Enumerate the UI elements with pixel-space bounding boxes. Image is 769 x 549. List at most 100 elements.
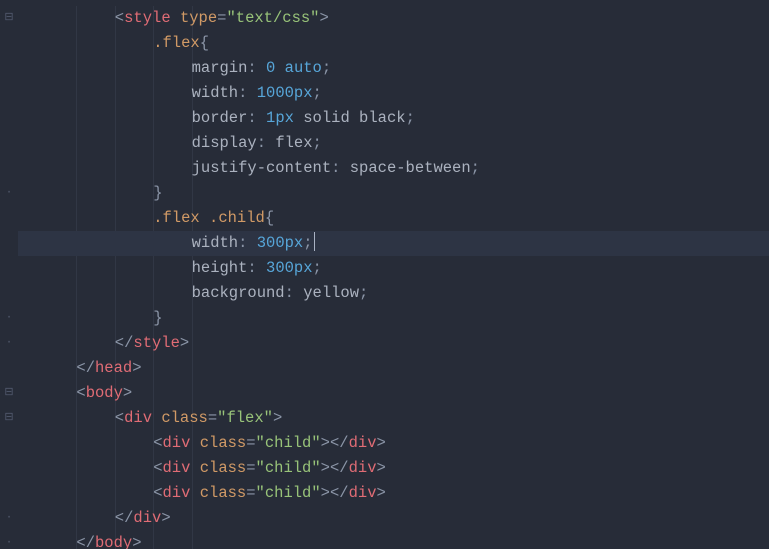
code-token: "flex" bbox=[217, 409, 273, 427]
code-token: 1000px bbox=[257, 84, 313, 102]
code-token: > bbox=[321, 459, 330, 477]
fold-marker bbox=[0, 156, 18, 181]
code-line[interactable]: <div class="child"></div> bbox=[18, 456, 769, 481]
code-token: width bbox=[192, 234, 239, 252]
code-line[interactable]: width: 1000px; bbox=[18, 81, 769, 106]
code-token: height bbox=[192, 259, 248, 277]
code-line[interactable]: </div> bbox=[18, 506, 769, 531]
fold-marker: · bbox=[0, 306, 18, 331]
code-token: ; bbox=[303, 234, 312, 252]
code-token: style bbox=[124, 9, 171, 27]
code-token: : bbox=[257, 134, 276, 152]
code-token: </ bbox=[330, 459, 349, 477]
fold-marker: · bbox=[0, 331, 18, 356]
code-token: body bbox=[86, 384, 123, 402]
code-token: 1px bbox=[266, 109, 294, 127]
code-token: > bbox=[132, 359, 141, 377]
code-area[interactable]: <style type="text/css">.flex{margin: 0 a… bbox=[18, 0, 769, 549]
code-token: background bbox=[192, 284, 285, 302]
code-line[interactable]: <body> bbox=[18, 381, 769, 406]
code-token: class bbox=[200, 459, 247, 477]
fold-marker[interactable]: ⊟ bbox=[0, 406, 18, 431]
code-line[interactable]: height: 300px; bbox=[18, 256, 769, 281]
code-line[interactable]: <div class="child"></div> bbox=[18, 431, 769, 456]
fold-marker bbox=[0, 431, 18, 456]
code-line[interactable]: width: 300px; bbox=[18, 231, 769, 256]
code-token: > bbox=[321, 484, 330, 502]
code-line[interactable]: } bbox=[18, 306, 769, 331]
code-token: : bbox=[238, 234, 257, 252]
code-token: > bbox=[273, 409, 282, 427]
code-token bbox=[152, 409, 161, 427]
code-token: } bbox=[153, 184, 162, 202]
code-token: ; bbox=[313, 134, 322, 152]
code-editor[interactable]: ⊟···⊟⊟·· <style type="text/css">.flex{ma… bbox=[0, 0, 769, 549]
fold-marker bbox=[0, 56, 18, 81]
fold-marker bbox=[0, 356, 18, 381]
code-line[interactable]: background: yellow; bbox=[18, 281, 769, 306]
code-token: { bbox=[265, 209, 274, 227]
code-token: </ bbox=[330, 484, 349, 502]
code-token: div bbox=[349, 434, 377, 452]
code-token: ; bbox=[359, 284, 368, 302]
code-token: { bbox=[200, 34, 209, 52]
fold-marker bbox=[0, 281, 18, 306]
code-line[interactable]: </style> bbox=[18, 331, 769, 356]
code-token: "text/css" bbox=[226, 9, 319, 27]
fold-marker: · bbox=[0, 506, 18, 531]
code-token: yellow bbox=[303, 284, 359, 302]
fold-marker[interactable]: ⊟ bbox=[0, 381, 18, 406]
code-token: "child" bbox=[256, 434, 321, 452]
code-token: width bbox=[192, 84, 239, 102]
code-token bbox=[294, 109, 303, 127]
code-token: : bbox=[247, 59, 266, 77]
code-line[interactable]: } bbox=[18, 181, 769, 206]
code-line[interactable]: .flex .child{ bbox=[18, 206, 769, 231]
code-token: < bbox=[153, 484, 162, 502]
code-token: class bbox=[161, 409, 208, 427]
code-token: < bbox=[115, 9, 124, 27]
code-token: > bbox=[377, 459, 386, 477]
code-token: ; bbox=[322, 59, 331, 77]
fold-marker bbox=[0, 206, 18, 231]
code-token: = bbox=[246, 434, 255, 452]
code-line[interactable]: display: flex; bbox=[18, 131, 769, 156]
code-token: div bbox=[349, 484, 377, 502]
code-token: = bbox=[246, 484, 255, 502]
code-token: > bbox=[161, 509, 170, 527]
code-token: class bbox=[200, 484, 247, 502]
code-token: < bbox=[153, 434, 162, 452]
code-line[interactable]: <style type="text/css"> bbox=[18, 6, 769, 31]
code-token: > bbox=[180, 334, 189, 352]
code-line[interactable]: margin: 0 auto; bbox=[18, 56, 769, 81]
code-token: < bbox=[115, 409, 124, 427]
code-line[interactable]: <div class="child"></div> bbox=[18, 481, 769, 506]
text-caret bbox=[314, 232, 316, 251]
code-line[interactable]: border: 1px solid black; bbox=[18, 106, 769, 131]
code-token: 300px bbox=[266, 259, 313, 277]
code-token bbox=[190, 434, 199, 452]
code-token: > bbox=[319, 9, 328, 27]
code-line[interactable]: </body> bbox=[18, 531, 769, 549]
code-token: 300px bbox=[257, 234, 304, 252]
code-line[interactable]: justify-content: space-between; bbox=[18, 156, 769, 181]
code-token bbox=[171, 9, 180, 27]
code-token: "child" bbox=[256, 459, 321, 477]
code-token: : bbox=[247, 259, 266, 277]
code-line[interactable]: .flex{ bbox=[18, 31, 769, 56]
code-token: : bbox=[285, 284, 304, 302]
code-token: .flex bbox=[153, 209, 200, 227]
fold-marker[interactable]: ⊟ bbox=[0, 6, 18, 31]
code-token: margin bbox=[192, 59, 248, 77]
fold-marker bbox=[0, 131, 18, 156]
code-token bbox=[200, 209, 209, 227]
code-token: ; bbox=[471, 159, 480, 177]
code-token: div bbox=[349, 459, 377, 477]
code-line[interactable]: <div class="flex"> bbox=[18, 406, 769, 431]
code-line[interactable]: </head> bbox=[18, 356, 769, 381]
fold-marker bbox=[0, 231, 18, 256]
code-token: div bbox=[163, 459, 191, 477]
fold-marker bbox=[0, 106, 18, 131]
code-token: < bbox=[76, 384, 85, 402]
code-token bbox=[190, 484, 199, 502]
